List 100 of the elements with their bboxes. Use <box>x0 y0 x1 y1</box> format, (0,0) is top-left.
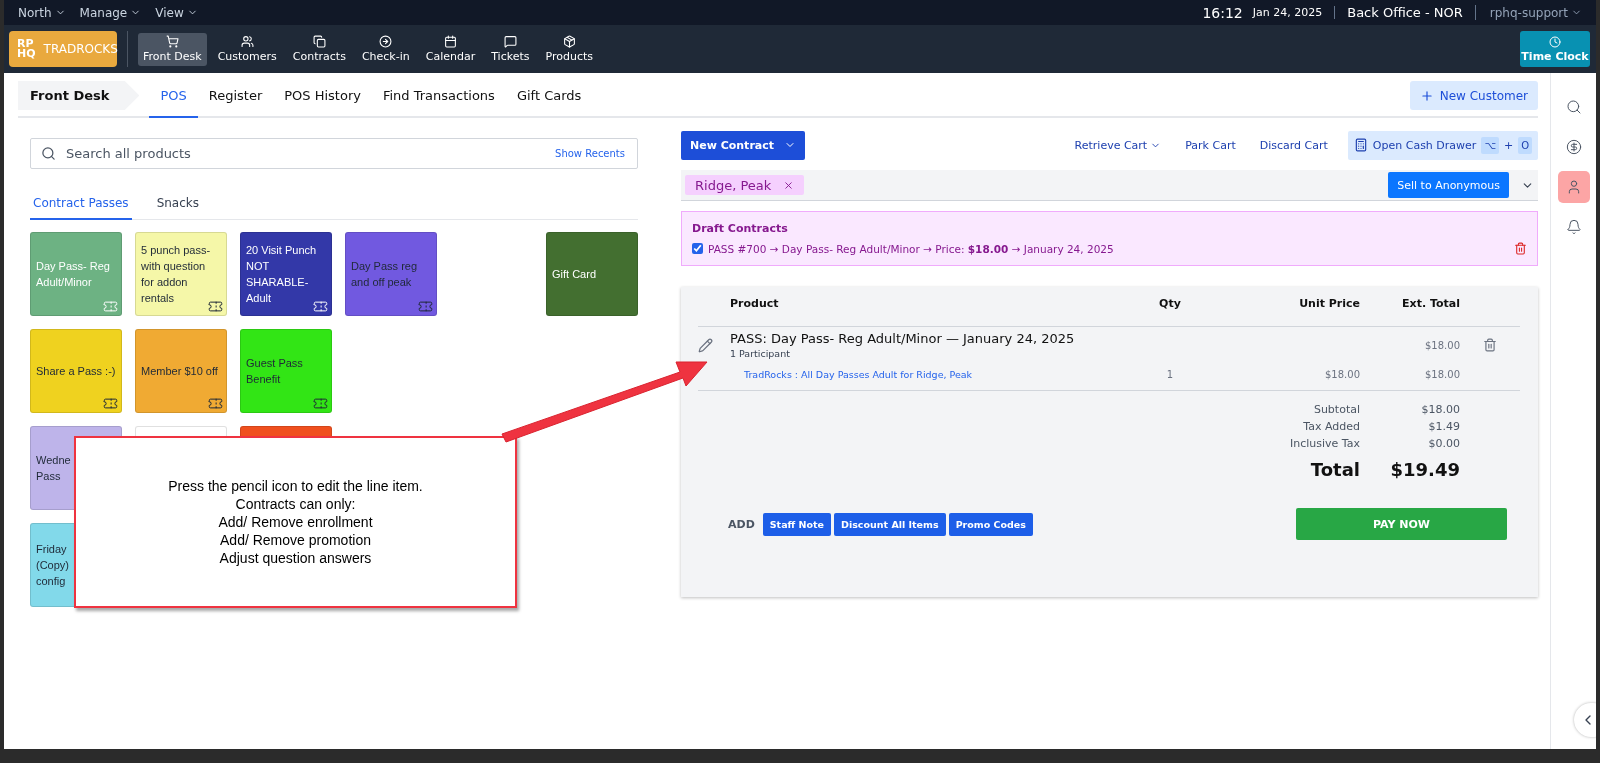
bell-icon <box>1565 219 1582 235</box>
arrow-circle-icon <box>379 35 393 48</box>
nav-item[interactable]: Contracts <box>287 32 351 66</box>
box-icon <box>562 35 576 48</box>
product-tile[interactable]: Member $10 off <box>135 329 227 413</box>
pencil-icon[interactable] <box>698 337 713 353</box>
table-cell-text: $18.00 <box>1324 369 1360 380</box>
key-hint: O <box>1518 136 1532 154</box>
column-header: Product <box>730 297 780 310</box>
register-icon <box>1353 138 1368 152</box>
grand-total-label: Total <box>1309 459 1360 480</box>
column-header: Unit Price <box>1298 297 1360 310</box>
open-cash-drawer-button[interactable]: Open Cash Drawer ⌥ + O <box>1347 130 1538 160</box>
users-icon <box>240 35 254 48</box>
brand-name: TRADROCKS <box>43 42 118 56</box>
new-contract-button[interactable]: New Contract <box>681 130 805 160</box>
close-icon[interactable] <box>783 179 795 191</box>
annotation-text: Adjust question answers <box>219 549 372 567</box>
table-cell-text: $18.00 <box>1424 339 1460 351</box>
column-header: Qty <box>1158 297 1182 310</box>
trash-icon[interactable] <box>1514 242 1527 255</box>
cart-action-link[interactable]: Retrieve Cart <box>1074 138 1162 152</box>
clock-icon <box>1549 35 1561 48</box>
total-value: $18.00 <box>1420 403 1460 416</box>
tab[interactable]: Register <box>197 75 274 118</box>
search-field[interactable]: Search all products Show Recents <box>30 138 638 169</box>
user-menu[interactable]: rphq-support <box>1475 5 1582 20</box>
annotation-text: Press the pencil icon to edit the line item. <box>168 477 423 495</box>
nav-item[interactable]: Customers <box>212 32 282 66</box>
nav-item[interactable]: Front Desk <box>138 32 207 66</box>
calendar-icon <box>444 35 457 48</box>
nav-item[interactable]: Calendar <box>420 32 481 66</box>
nav-item[interactable]: Tickets <box>486 32 535 66</box>
location-label: Back Office - NOR <box>1335 5 1476 20</box>
total-label: Subtotal <box>1312 403 1360 416</box>
ticket-icon <box>208 396 223 411</box>
line-item-title: PASS: Day Pass- Reg Adult/Minor — January 24, 2025 <box>730 331 1076 346</box>
search-icon <box>1565 99 1582 115</box>
product-tile[interactable]: 20 Visit Punch NOT SHARABLE- Adult <box>240 232 332 316</box>
new-customer-button[interactable]: New Customer <box>1409 81 1538 110</box>
product-tile[interactable]: 5 punch pass- with question for addon rentals <box>135 232 227 316</box>
ticket-icon <box>313 396 328 411</box>
annotation-text: Add/ Remove enrollment <box>218 513 373 531</box>
cart-action-link[interactable]: Discard Cart <box>1259 138 1328 152</box>
search-icon <box>41 146 56 161</box>
annotation-text: Contracts can only: <box>235 495 356 513</box>
total-label: Inclusive Tax <box>1289 437 1360 450</box>
add-option-button[interactable]: Discount All Items <box>834 512 946 536</box>
clock-time: 16:12 <box>1202 4 1243 21</box>
ticket-icon <box>418 299 433 314</box>
total-value: $0.00 <box>1427 437 1460 450</box>
menu-item[interactable]: View <box>155 5 198 20</box>
cart-icon <box>165 35 179 48</box>
dollar-icon <box>1565 139 1582 155</box>
ticket-icon <box>313 299 328 314</box>
tab[interactable]: Find Transactions <box>371 75 506 118</box>
draft-contract-text: PASS #700 → Day Pass- Reg Adult/Minor → Price: $18.00 → January 24, 2025 <box>708 242 1114 255</box>
menu-item[interactable]: North <box>18 5 66 20</box>
nav-item[interactable]: Check-in <box>356 32 415 66</box>
key-hint: ⌥ <box>1481 136 1499 154</box>
menu-item[interactable]: Manage <box>79 5 142 20</box>
cart-action-link[interactable]: Park Cart <box>1185 138 1236 152</box>
tab[interactable]: Snacks <box>153 187 202 220</box>
table-cell-text: $18.00 <box>1424 369 1460 380</box>
ticket-icon <box>208 299 223 314</box>
column-header: Ext. Total <box>1401 297 1460 310</box>
line-item-subtitle: 1 Participant <box>730 348 791 359</box>
add-option-button[interactable]: Promo Codes <box>948 512 1033 536</box>
checkbox[interactable] <box>692 243 703 254</box>
product-tile[interactable]: Share a Pass :-) <box>30 329 122 413</box>
breadcrumb[interactable]: Front Desk <box>18 81 140 110</box>
tab[interactable]: POS History <box>273 75 372 118</box>
annotation-text: Add/ Remove promotion <box>220 531 371 549</box>
panel-title: Draft Contracts <box>692 222 789 235</box>
table-cell-text: 1 <box>1165 369 1175 380</box>
time-clock-button[interactable]: Time Clock <box>1520 31 1590 67</box>
chat-bubble-icon <box>503 35 517 48</box>
ticket-icon <box>103 299 118 314</box>
show-recents-link[interactable]: Show Recents <box>555 148 625 159</box>
product-tile[interactable]: Gift Card <box>546 232 638 316</box>
key-joiner: + <box>1503 138 1514 152</box>
logo-mark: RP HQ <box>17 39 36 59</box>
nav-item[interactable]: Products <box>540 32 598 66</box>
documents-icon <box>312 35 326 48</box>
grand-total-value: $19.49 <box>1389 459 1460 480</box>
total-value: $1.49 <box>1427 420 1460 433</box>
product-tile[interactable]: Guest Pass Benefit <box>240 329 332 413</box>
sidebar-button[interactable] <box>1557 171 1590 203</box>
tab[interactable]: Gift Cards <box>505 75 593 118</box>
trash-icon[interactable] <box>1483 338 1497 352</box>
tab[interactable]: Contract Passes <box>30 187 132 220</box>
plus-icon <box>1419 88 1434 103</box>
customer-chip[interactable]: Ridge, Peak <box>685 175 805 195</box>
sell-to-anonymous-button[interactable]: Sell to Anonymous <box>1388 172 1509 198</box>
tab[interactable]: POS <box>149 75 198 118</box>
add-option-button[interactable]: Staff Note <box>762 512 832 536</box>
line-item-link[interactable]: TradRocks : All Day Passes Adult for Ridge, Peak <box>730 369 1125 380</box>
date: Jan 24, 2025 <box>1252 6 1336 19</box>
total-label: Tax Added <box>1302 420 1360 433</box>
ticket-icon <box>103 396 118 411</box>
